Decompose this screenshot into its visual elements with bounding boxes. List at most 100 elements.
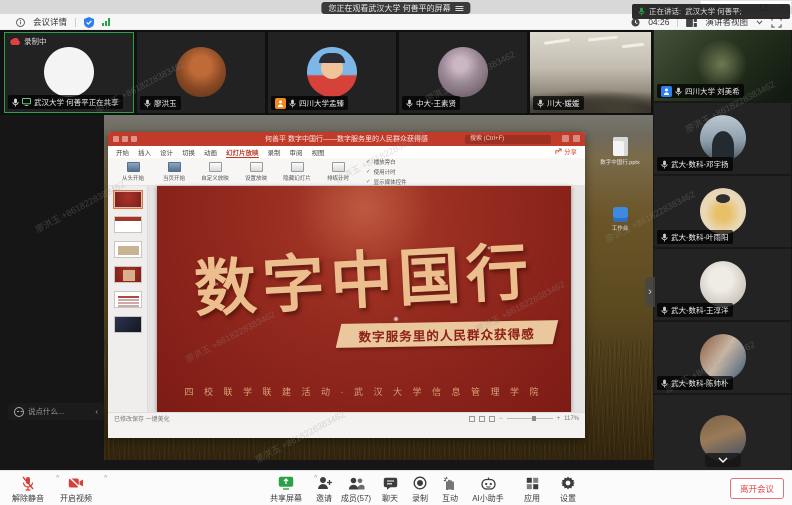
share-screen-icon bbox=[278, 476, 294, 490]
emoji-icon[interactable] bbox=[14, 407, 24, 417]
checkbox-show-media-controls[interactable]: ✓显示媒体控件 bbox=[366, 178, 407, 186]
sidebar-tile[interactable]: 武大-数科-陈帅朴 bbox=[654, 322, 791, 393]
view-normal-icon[interactable] bbox=[469, 416, 475, 422]
mic-icon bbox=[537, 99, 544, 108]
shared-screen-stage: 数字中国行.pptx 工作台 何善平 数字中国行——数字服务里的人民群众获得感 … bbox=[0, 115, 653, 470]
ppt-search-box[interactable]: 搜索 (Ctrl+F) bbox=[465, 135, 551, 144]
bottom-toolbar: 解除静音 ^ 开启视频 ^ 共享屏幕 ^ 邀请 成员(5 bbox=[0, 470, 792, 505]
zoom-slider[interactable] bbox=[507, 418, 553, 419]
slide-thumbnail-5[interactable] bbox=[114, 291, 142, 308]
slide-thumbnail-4[interactable] bbox=[114, 266, 142, 283]
view-sorter-icon[interactable] bbox=[479, 416, 485, 422]
ppt-tab[interactable]: 开始 bbox=[116, 147, 129, 157]
zoom-in-button[interactable]: + bbox=[557, 416, 561, 422]
participant-label: 武汉大学 何善平正在共享 bbox=[8, 95, 123, 109]
slide-thumbnail-6[interactable] bbox=[114, 316, 142, 333]
ppt-tab[interactable]: 视图 bbox=[312, 147, 325, 157]
sidebar-tile[interactable]: 四川大学 刘美希 bbox=[654, 30, 791, 101]
ribbon-button[interactable]: 当页开始 bbox=[157, 162, 191, 182]
ppt-window-buttons[interactable] bbox=[562, 135, 580, 142]
ppt-body: 数字中国行 数字服务里的人民群众获得感 四 校 联 学 联 建 活 动 · 武 … bbox=[108, 186, 585, 424]
slide-thumbnail-1[interactable] bbox=[114, 191, 142, 208]
video-tile[interactable]: 中大-王素贤 bbox=[399, 32, 527, 113]
mic-icon bbox=[661, 233, 668, 242]
viewer-banner[interactable]: 您正在观看武汉大学 何善平的屏幕 bbox=[321, 2, 470, 14]
desktop-file-icon[interactable]: 数字中国行.pptx bbox=[597, 137, 643, 166]
checkbox-use-timings[interactable]: ✓使用计时 bbox=[366, 168, 407, 176]
ribbon-button[interactable]: 排练计时 bbox=[321, 162, 355, 182]
ppt-window[interactable]: 何善平 数字中国行——数字服务里的人民群众获得感 搜索 (Ctrl+F) 开始 … bbox=[108, 132, 585, 438]
viewer-banner-text: 您正在观看武汉大学 何善平的屏幕 bbox=[328, 3, 450, 14]
desktop-app-icon[interactable]: 工作台 bbox=[597, 207, 643, 232]
ppt-tab[interactable]: 设计 bbox=[160, 147, 173, 157]
video-tile[interactable]: 廖洪玉 bbox=[137, 32, 265, 113]
slide-subtitle-banner: 数字服务里的人民群众获得感 bbox=[335, 320, 557, 348]
ribbon-checkboxes: ✓播放旁白 ✓使用计时 ✓显示媒体控件 bbox=[366, 158, 407, 186]
view-show-icon[interactable] bbox=[489, 416, 495, 422]
ppt-tab-slideshow[interactable]: 幻灯片放映 bbox=[226, 147, 259, 158]
chat-collapse-icon[interactable]: ‹ bbox=[95, 407, 98, 416]
chevron-down-icon bbox=[756, 20, 763, 25]
participant-label: 武大-数科-叶雨阳 bbox=[657, 230, 733, 244]
ppt-titlebar[interactable]: 何善平 数字中国行——数字服务里的人民群众获得感 搜索 (Ctrl+F) bbox=[108, 132, 585, 146]
ppt-tab[interactable]: 录制 bbox=[268, 147, 281, 157]
ppt-ribbon: 从头开始 当页开始 自定义放映 设置放映 隐藏幻灯片 排练计时 ✓播放旁白 ✓使… bbox=[108, 158, 585, 186]
meeting-details-link[interactable]: 会议详情 bbox=[33, 16, 67, 28]
avatar bbox=[176, 47, 226, 97]
ribbon-button[interactable]: 从头开始 bbox=[116, 162, 150, 182]
participant-label: 四川大学孟臻 bbox=[271, 96, 348, 110]
slide-canvas: 数字中国行 数字服务里的人民群众获得感 四 校 联 学 联 建 活 动 · 武 … bbox=[157, 186, 571, 412]
mic-icon bbox=[661, 160, 668, 169]
ppt-tab[interactable]: 切换 bbox=[182, 147, 195, 157]
participant-label: 中大-王素贤 bbox=[402, 96, 460, 110]
avatar bbox=[700, 334, 746, 380]
ppt-quick-icons[interactable] bbox=[113, 136, 137, 142]
sidebar-tile[interactable]: 武大-数科-叶雨阳 bbox=[654, 176, 791, 247]
ribbon-button[interactable]: 设置放映 bbox=[239, 162, 273, 182]
speaking-banner: 正在讲话: 武汉大学 何善平; bbox=[632, 4, 790, 19]
start-video-button[interactable]: 开启视频 bbox=[48, 475, 104, 504]
ppt-tab[interactable]: 插入 bbox=[138, 147, 151, 157]
checkbox-play-narration[interactable]: ✓播放旁白 bbox=[366, 158, 407, 166]
ppt-tab[interactable]: 动画 bbox=[204, 147, 217, 157]
network-signal-icon[interactable] bbox=[102, 18, 110, 26]
sidebar-tile[interactable]: 武大-数科-邓宇扬 bbox=[654, 103, 791, 174]
info-icon bbox=[16, 18, 25, 27]
video-tile-presenter[interactable]: 录制中 武汉大学 何善平正在共享 bbox=[4, 32, 134, 113]
ppt-status-left: 已修改保存 一键美化 bbox=[114, 414, 170, 423]
ribbon-button[interactable]: 自定义放映 bbox=[198, 162, 232, 182]
participant-label: 武大-数科-陈帅朴 bbox=[657, 376, 733, 390]
speaking-label: 正在讲话: bbox=[649, 6, 681, 17]
mic-icon bbox=[406, 99, 413, 108]
video-tile[interactable]: 川大-媛媛 bbox=[530, 32, 651, 113]
ribbon-button[interactable]: 隐藏幻灯片 bbox=[280, 162, 314, 182]
recording-badge: 录制中 bbox=[9, 36, 47, 47]
security-shield-icon[interactable] bbox=[84, 17, 94, 28]
mic-icon bbox=[289, 99, 296, 108]
video-options-caret[interactable]: ^ bbox=[104, 475, 107, 482]
slide-footer: 四 校 联 学 联 建 活 动 · 武 汉 大 学 信 息 管 理 学 院 bbox=[157, 385, 571, 398]
sidebar-tile[interactable]: 武大-数科-王淳洋 bbox=[654, 249, 791, 320]
scroll-more-button[interactable] bbox=[705, 453, 741, 467]
mic-icon bbox=[661, 379, 668, 388]
settings-button[interactable]: 设置 bbox=[540, 475, 596, 504]
leave-meeting-button[interactable]: 离开会议 bbox=[730, 478, 784, 499]
video-strip: 录制中 武汉大学 何善平正在共享 廖洪玉 bbox=[0, 30, 653, 115]
banner-menu-icon[interactable] bbox=[456, 5, 464, 12]
chat-input-placeholder[interactable]: 说点什么... bbox=[28, 406, 91, 417]
ppt-zoom-level: 117% bbox=[564, 416, 579, 422]
slide-thumbnail-3[interactable] bbox=[114, 241, 142, 258]
meeting-window: 您正在观看武汉大学 何善平的屏幕 – × 会议详情 04:26 演讲者视图 bbox=[0, 0, 792, 505]
mic-muted-icon bbox=[21, 476, 35, 491]
sidebar-tile-partial[interactable] bbox=[654, 395, 791, 475]
ppt-tab[interactable]: 审阅 bbox=[290, 147, 303, 157]
avatar bbox=[44, 47, 94, 97]
slide-thumbnail-2[interactable] bbox=[114, 216, 142, 233]
video-tile[interactable]: 四川大学孟臻 bbox=[268, 32, 396, 113]
zoom-out-button[interactable]: − bbox=[499, 416, 503, 422]
participant-label: 廖洪玉 bbox=[140, 96, 181, 110]
quick-chat-bar[interactable]: 说点什么... ‹ bbox=[8, 403, 104, 420]
sidebar-collapse-handle[interactable]: › bbox=[645, 277, 655, 307]
slide-thumbnail-panel[interactable] bbox=[108, 186, 148, 424]
ppt-share-button[interactable]: 分享 bbox=[555, 146, 577, 156]
